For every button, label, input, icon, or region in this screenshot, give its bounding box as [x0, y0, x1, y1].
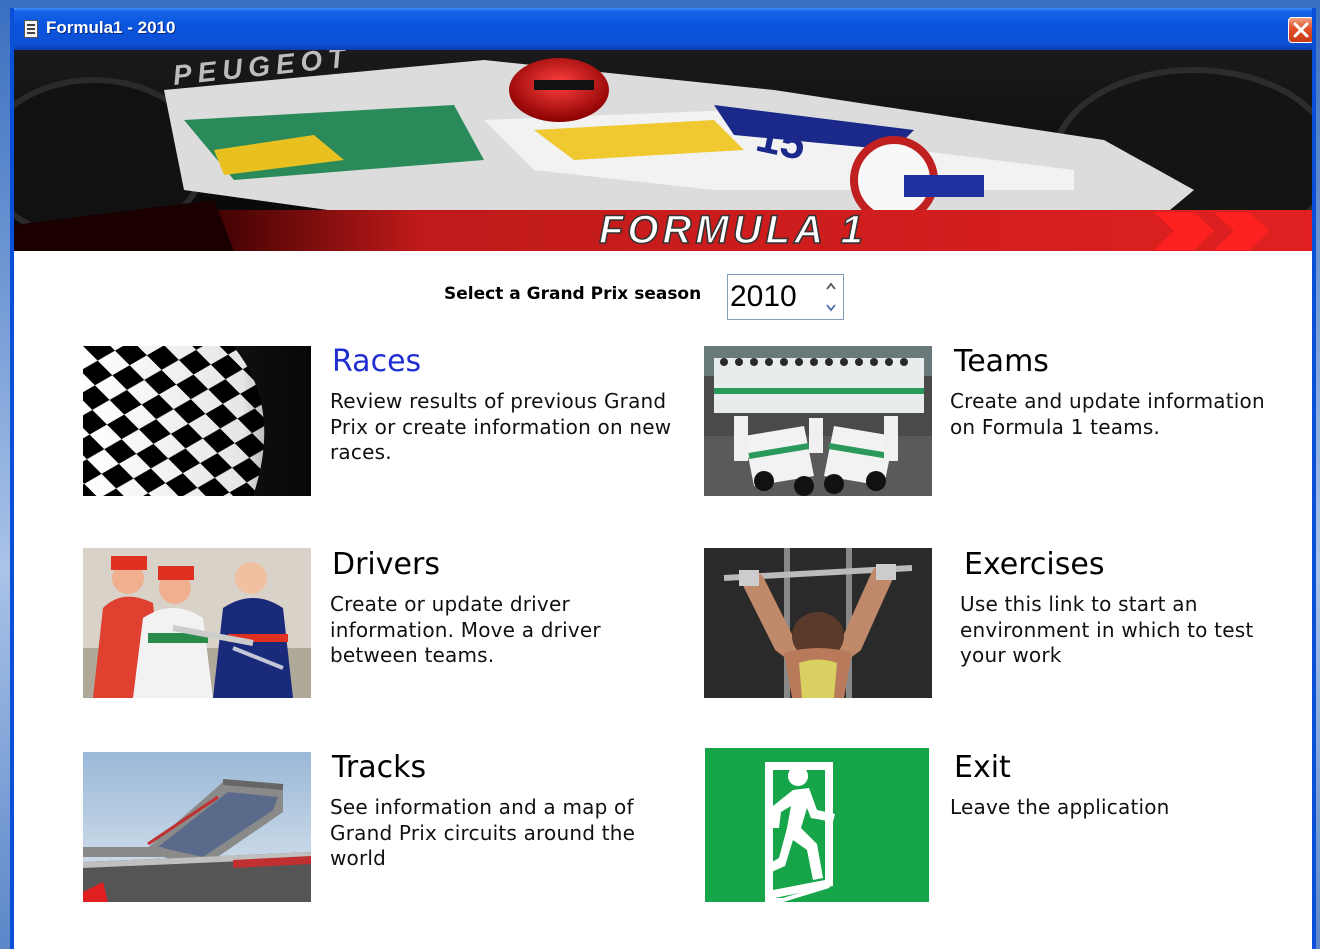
exercises-description: Use this link to start an environment in…: [960, 592, 1254, 667]
window-title: Formula1 - 2010: [46, 18, 176, 37]
spin-up-icon[interactable]: [822, 278, 840, 296]
exit-title[interactable]: Exit: [954, 750, 1011, 785]
races-description: Review results of previous Grand Prix or…: [330, 389, 672, 464]
weightlifter-image[interactable]: [704, 548, 932, 698]
drivers-title[interactable]: Drivers: [332, 547, 440, 582]
banner-logo-text: FORMULA 1: [599, 208, 867, 251]
spin-down-icon[interactable]: [822, 298, 840, 316]
title-bar[interactable]: Formula1 - 2010: [14, 8, 1312, 50]
season-spinner[interactable]: 2010: [727, 274, 844, 320]
app-window: Formula1 - 2010 15 PEUGEOT FORMULA 1 Sel…: [10, 8, 1316, 949]
drivers-podium-image[interactable]: [83, 548, 311, 698]
tracks-description: See information and a map of Grand Prix …: [330, 795, 636, 870]
app-document-icon: [24, 20, 38, 38]
teams-title[interactable]: Teams: [954, 344, 1049, 379]
teams-description: Create and update information on Formula…: [950, 389, 1265, 439]
drivers-description: Create or update driver information. Mov…: [330, 592, 601, 667]
formula1-banner: 15 PEUGEOT FORMULA 1: [14, 50, 1312, 251]
races-title[interactable]: Races: [332, 344, 421, 379]
season-value[interactable]: 2010: [730, 280, 797, 314]
close-icon: [1293, 22, 1309, 38]
checkered-flag-image[interactable]: [83, 346, 311, 496]
season-label: Select a Grand Prix season: [444, 284, 702, 304]
svg-text:15: 15: [752, 112, 810, 170]
close-button[interactable]: [1288, 17, 1312, 43]
exercises-title[interactable]: Exercises: [964, 547, 1104, 582]
tracks-title[interactable]: Tracks: [332, 750, 426, 785]
team-photo-image[interactable]: [704, 346, 932, 496]
grandstand-image[interactable]: [83, 752, 311, 902]
exit-description: Leave the application: [950, 795, 1170, 819]
exit-sign-image[interactable]: [705, 748, 929, 902]
